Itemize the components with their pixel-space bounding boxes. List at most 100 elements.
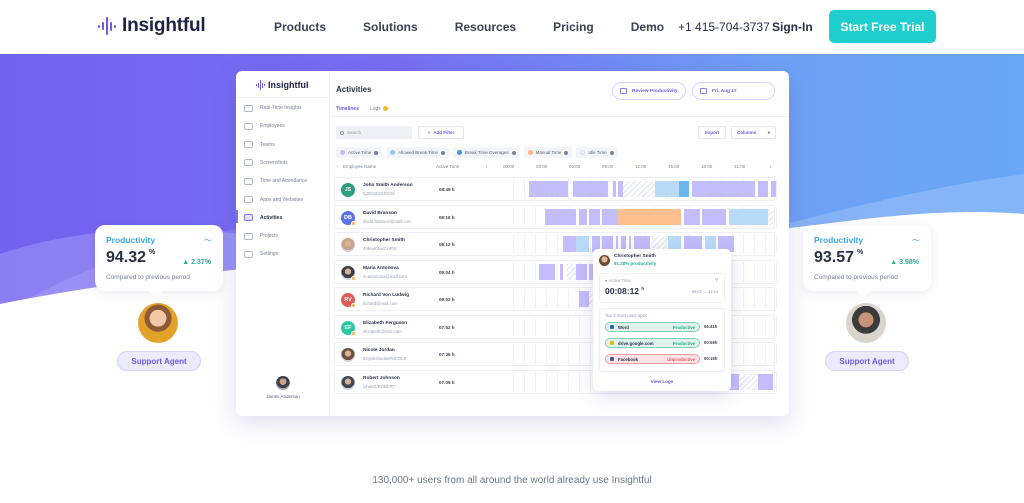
app-status: Productive [672, 340, 695, 346]
help-icon[interactable] [511, 150, 516, 155]
start-free-trial-button[interactable]: Start Free Trial [829, 10, 936, 43]
briefcase-icon [244, 232, 253, 240]
employee-name[interactable]: Nicole Jordan [363, 348, 395, 353]
grid-line [776, 344, 777, 364]
legend-item[interactable]: Break Time Overages [453, 147, 520, 158]
tooltip-productivity: 91.28% productivity [614, 261, 657, 266]
help-icon[interactable] [609, 150, 614, 155]
timeline-segment[interactable] [768, 208, 774, 225]
date-picker-button[interactable]: Fri, Aug 17 [692, 82, 775, 100]
timeline-segment[interactable] [678, 181, 690, 197]
employee-name[interactable]: Elizabeth Ferguson [363, 321, 407, 326]
sidebar-item-employees[interactable]: Employees [244, 119, 328, 133]
search-input[interactable]: Search [336, 126, 412, 139]
phone-link[interactable]: +1 415-704-3737 [678, 20, 770, 34]
help-icon[interactable] [374, 150, 379, 155]
legend-item[interactable]: Idle Time [576, 147, 618, 158]
nav-link-demo[interactable]: Demo [631, 20, 664, 34]
app-usage-pill[interactable]: Word Productive [605, 322, 700, 332]
employee-name[interactable]: Richard Von Ludwig [363, 293, 409, 298]
productivity-card-left: Productivity 〜 94.32% ▲ 2.37% Compared t… [95, 225, 223, 291]
sidebar-item-projects[interactable]: Projects [244, 229, 328, 243]
timeline-segment[interactable] [623, 181, 655, 197]
columns-dropdown[interactable]: Columns ▾ [731, 126, 776, 139]
timeline-segment[interactable] [589, 208, 600, 225]
app-usage-pill[interactable]: drive.google.com Productive [605, 338, 700, 348]
nav-link-solutions[interactable]: Solutions [363, 20, 418, 34]
export-button[interactable]: Export [698, 126, 726, 139]
header-active-time[interactable]: Active Time [436, 164, 459, 169]
employee-name[interactable]: John Smith Anderson [363, 183, 413, 188]
sidebar-item-apps-and-websites[interactable]: Apps and Websites [244, 193, 328, 207]
employee-row[interactable]: JS John Smith Anderson fg202jds0/JOHN 08:49… [334, 177, 777, 201]
nav-link-products[interactable]: Products [274, 20, 326, 34]
header-employee-name[interactable]: Employee Name [343, 164, 376, 169]
timeline-segment[interactable] [691, 181, 755, 197]
sidebar-item-activities[interactable]: Activities [244, 211, 328, 225]
grid-line [534, 371, 536, 392]
chevron-left-icon[interactable]: ‹ [486, 164, 488, 169]
view-logs-link[interactable]: View Logs [593, 379, 731, 384]
timeline-segment[interactable] [578, 208, 587, 225]
support-agent-button-right[interactable]: Support Agent [825, 351, 909, 371]
timeline-segment[interactable] [683, 208, 700, 225]
app-usage-pill[interactable]: Facebook Unproductive [605, 354, 700, 364]
legend-item[interactable]: Manual Time [523, 147, 573, 158]
employee-name[interactable]: Robert Johnson [363, 376, 400, 381]
timeline-segment[interactable] [578, 291, 590, 307]
employee-name[interactable]: Christopher Smith [363, 238, 405, 243]
grid-line [556, 344, 558, 364]
timeline-segment[interactable] [602, 208, 619, 225]
add-filter-button[interactable]: + Add Filter [418, 126, 464, 139]
timeline-segment[interactable] [565, 263, 577, 280]
sidebar-item-teams[interactable]: Teams [244, 138, 328, 152]
timeline-segment[interactable] [618, 208, 682, 225]
sidebar-item-settings[interactable]: Settings [244, 247, 328, 261]
timeline-segment[interactable] [562, 236, 577, 252]
timeline-segment[interactable] [528, 181, 569, 197]
timeline-segment[interactable] [702, 208, 727, 225]
timeline-segment[interactable] [539, 263, 556, 280]
timeline-segment[interactable] [757, 181, 769, 197]
grid-line [534, 261, 536, 282]
employee-name[interactable]: David Branson [363, 211, 397, 216]
nav-link-pricing[interactable]: Pricing [553, 20, 594, 34]
grid-line [743, 261, 745, 282]
timeline-segment[interactable] [573, 181, 608, 197]
list-icon [244, 214, 253, 222]
employee-id: 4fdewkfhs/CHRIS [363, 246, 397, 251]
sidebar-item-real-time-insights[interactable]: Real-Time Insights [244, 101, 328, 115]
timeline-segment[interactable] [655, 181, 679, 197]
legend-label: Idle Time [588, 150, 607, 155]
status-badge [351, 330, 356, 336]
support-agent-button-left[interactable]: Support Agent [117, 351, 201, 371]
sidebar-item-screenshots[interactable]: Screenshots [244, 156, 328, 170]
timeline-segment[interactable] [739, 373, 758, 390]
signin-link[interactable]: Sign-In [772, 20, 813, 34]
review-productivity-button[interactable]: Review Productivity [612, 82, 686, 100]
sort-arrow-icon[interactable]: ↑ [336, 164, 338, 169]
legend-label: Manual Time [535, 150, 562, 155]
employee-row[interactable]: DB David Branson david.branson@mail.com 08:… [334, 204, 777, 229]
timeline-segment[interactable] [576, 263, 587, 280]
timeline-segment[interactable] [560, 263, 563, 280]
timeline-segment[interactable] [576, 236, 590, 252]
nav-link-resources[interactable]: Resources [455, 20, 516, 34]
timeline-segment[interactable] [770, 181, 776, 197]
help-icon[interactable] [441, 150, 446, 155]
sidebar-item-time-and-attendance[interactable]: Time and Attendance [244, 174, 328, 188]
timeline-segment[interactable] [612, 181, 616, 197]
grid-line [534, 206, 536, 227]
legend-item[interactable]: Allowed Break Time [386, 147, 450, 158]
employee-name[interactable]: Maria Antonova [363, 266, 399, 271]
brand-logo[interactable]: Insightful [98, 15, 206, 37]
legend-item[interactable]: Active Time [336, 147, 383, 158]
grid-line [545, 371, 547, 392]
chevron-right-icon[interactable]: › [770, 164, 772, 169]
timeline-segment[interactable] [544, 208, 577, 225]
timeline-segment[interactable] [757, 373, 774, 390]
timeline-segment[interactable] [728, 208, 769, 225]
help-icon[interactable] [564, 150, 569, 155]
current-user[interactable]: James Anderson [258, 376, 308, 399]
employee-id: 82jnskshedas/NICOLE [363, 356, 407, 361]
